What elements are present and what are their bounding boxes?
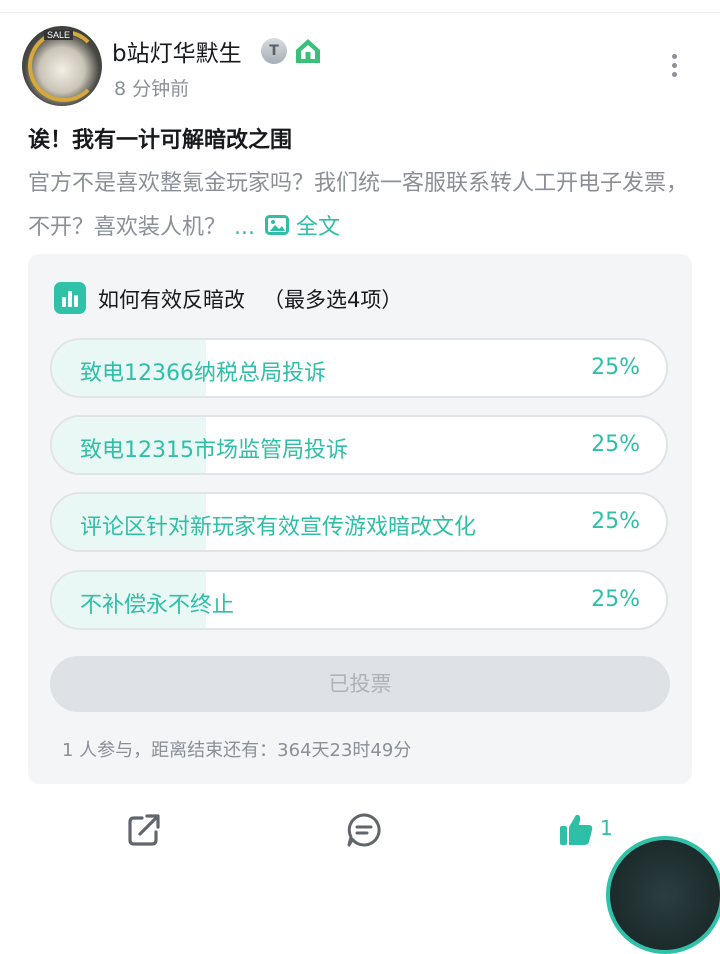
- thumbs-up-icon: [560, 814, 593, 845]
- poll-option-2[interactable]: 致电12315市场监管局投诉 25%: [50, 415, 668, 475]
- poll-question: 如何有效反暗改: [98, 288, 245, 312]
- avatar-frame: [28, 30, 100, 102]
- fulltext-link[interactable]: 全文: [265, 215, 340, 240]
- home-badge-icon: [296, 39, 320, 63]
- more-icon[interactable]: [664, 54, 684, 80]
- option-label: 评论区针对新玩家有效宣传游戏暗改文化: [80, 515, 477, 540]
- poll-card: 如何有效反暗改 （最多选4项） 致电12366纳税总局投诉 25% 致电12315…: [28, 254, 692, 784]
- username[interactable]: b站灯华默生: [112, 34, 242, 68]
- option-label: 致电12315市场监管局投诉: [80, 438, 348, 463]
- fulltext-label: 全文: [296, 215, 341, 240]
- level-badge: T: [261, 38, 287, 64]
- poll-option-3[interactable]: 评论区针对新玩家有效宣传游戏暗改文化 25%: [50, 492, 668, 552]
- poll-option-4[interactable]: 不补偿永不终止 25%: [50, 570, 668, 630]
- post-ellipsis: ...: [234, 215, 255, 240]
- voted-button[interactable]: 已投票: [50, 656, 670, 712]
- post-title: 诶！我有一计可解暗改之围: [28, 128, 293, 153]
- option-percent: 25%: [591, 509, 640, 534]
- option-label: 致电12366纳税总局投诉: [80, 361, 326, 386]
- option-percent: 25%: [591, 432, 640, 457]
- image-icon: [265, 215, 289, 235]
- like-button[interactable]: 1: [556, 810, 636, 850]
- comment-icon[interactable]: [344, 810, 384, 850]
- poll-limit: （最多选4项）: [263, 288, 403, 312]
- poll-footer: 1 人参与，距离结束还有：364天23时49分: [62, 740, 412, 761]
- top-divider: [0, 12, 720, 13]
- share-icon[interactable]: [124, 810, 164, 850]
- option-percent: 25%: [591, 355, 640, 380]
- post-body: 官方不是喜欢整氪金玩家吗？我们统一客服联系转人工开电子发票，不开？喜欢装人机？.…: [28, 162, 688, 250]
- poll-chart-icon: [54, 282, 86, 314]
- poll-option-1[interactable]: 致电12366纳税总局投诉 25%: [50, 338, 668, 398]
- option-percent: 25%: [591, 587, 640, 612]
- avatar-sale-tag: SALE: [44, 30, 74, 40]
- post-body-text: 官方不是喜欢整氪金玩家吗？我们统一客服联系转人工开电子发票，不开？喜欢装人机？: [28, 171, 689, 240]
- avatar[interactable]: SALE: [22, 26, 102, 106]
- floating-avatar-button[interactable]: [606, 836, 720, 954]
- poll-title: 如何有效反暗改 （最多选4项）: [98, 284, 402, 314]
- post-time: 8 分钟前: [114, 78, 190, 100]
- like-count: 1: [600, 816, 613, 840]
- option-label: 不补偿永不终止: [80, 593, 235, 618]
